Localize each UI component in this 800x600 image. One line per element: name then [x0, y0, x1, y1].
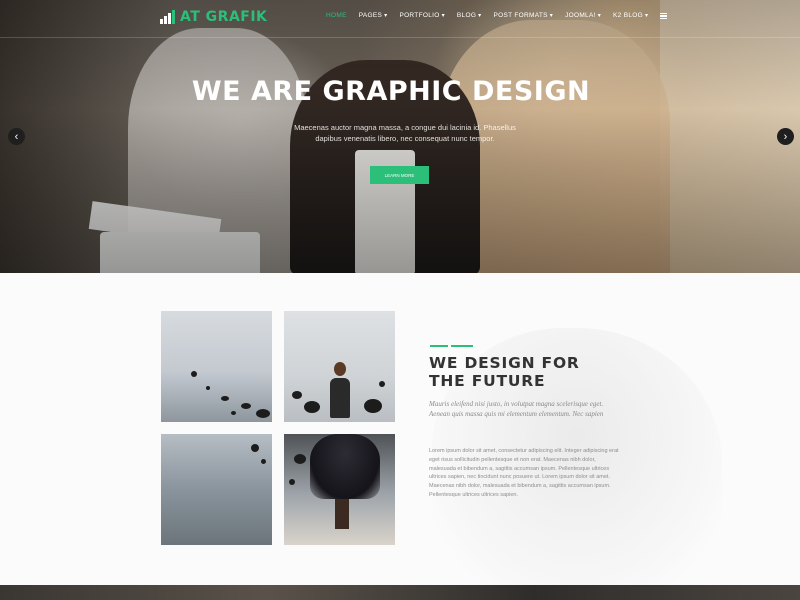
learn-more-button[interactable]: LEARN MORE — [370, 166, 429, 184]
chevron-down-icon: ▾ — [441, 13, 445, 19]
bar-chart-logo-icon — [160, 10, 176, 24]
menu-item-label: JOOMLA! — [565, 12, 596, 19]
section-accent-divider — [430, 345, 476, 347]
menu-item-pages[interactable]: PAGES ▾ — [359, 12, 388, 19]
menu-item-label: PORTFOLIO — [399, 12, 440, 19]
gallery-image-3 — [161, 434, 272, 545]
chevron-right-icon: › — [783, 130, 788, 143]
chevron-left-icon: ‹ — [14, 130, 19, 143]
logo-text: AT GRAFIK — [180, 9, 268, 25]
slider-next-button[interactable]: › — [777, 128, 794, 145]
woman-head — [334, 362, 346, 376]
section-lead-text: Mauris eleifend nisi justo, in volutpat … — [429, 400, 604, 418]
woman-body — [330, 378, 350, 418]
main-menu: HOME PAGES ▾ PORTFOLIO ▾ BLOG ▾ POST FOR… — [326, 12, 668, 19]
section-title-line1: WE DESIGN FOR — [429, 354, 580, 372]
menu-item-label: HOME — [326, 12, 347, 19]
hero-slider: WE ARE GRAPHIC DESIGN Maecenas auctor ma… — [0, 0, 800, 273]
hero-title: WE ARE GRAPHIC DESIGN — [191, 76, 591, 107]
chevron-down-icon: ▾ — [644, 13, 649, 19]
section-title: WE DESIGN FOR THE FUTURE — [429, 354, 649, 390]
chevron-down-icon: ▾ — [597, 13, 602, 19]
section-title-line2: THE FUTURE — [429, 372, 546, 390]
logo[interactable]: AT GRAFIK — [160, 9, 267, 25]
menu-item-label: BLOG — [456, 12, 477, 19]
chevron-down-icon: ▾ — [478, 13, 482, 19]
menu-item-blog[interactable]: BLOG ▾ — [457, 12, 482, 19]
menu-item-joomla[interactable]: JOOMLA! ▾ — [565, 12, 601, 19]
hero-text: Maecenas auctor magna massa, a congue du… — [294, 123, 516, 143]
chevron-down-icon: ▾ — [549, 13, 554, 19]
woman-skirt — [310, 434, 380, 499]
menu-item-label: K2 BLOG — [613, 12, 643, 19]
chevron-down-icon: ▾ — [384, 13, 388, 19]
slider-prev-button[interactable]: ‹ — [8, 128, 25, 145]
menu-item-k2-blog[interactable]: K2 BLOG ▾ — [613, 12, 648, 19]
gallery-image-1 — [161, 311, 272, 422]
menu-item-post-formats[interactable]: POST FORMATS ▾ — [493, 12, 553, 19]
menu-item-portfolio[interactable]: PORTFOLIO ▾ — [399, 12, 444, 19]
menu-item-label: POST FORMATS — [493, 12, 548, 19]
menu-item-label: PAGES — [358, 12, 383, 19]
woman-legs — [335, 499, 349, 529]
top-navigation: AT GRAFIK HOME PAGES ▾ PORTFOLIO ▾ BLOG … — [0, 0, 800, 38]
section-body-text: Lorem ipsum dolor sit amet, consectetur … — [429, 448, 619, 498]
hamburger-icon[interactable] — [660, 13, 668, 19]
about-section: WE DESIGN FOR THE FUTURE Mauris eleifend… — [0, 273, 800, 585]
next-section-image-strip — [0, 585, 800, 600]
menu-item-home[interactable]: HOME — [326, 12, 347, 19]
